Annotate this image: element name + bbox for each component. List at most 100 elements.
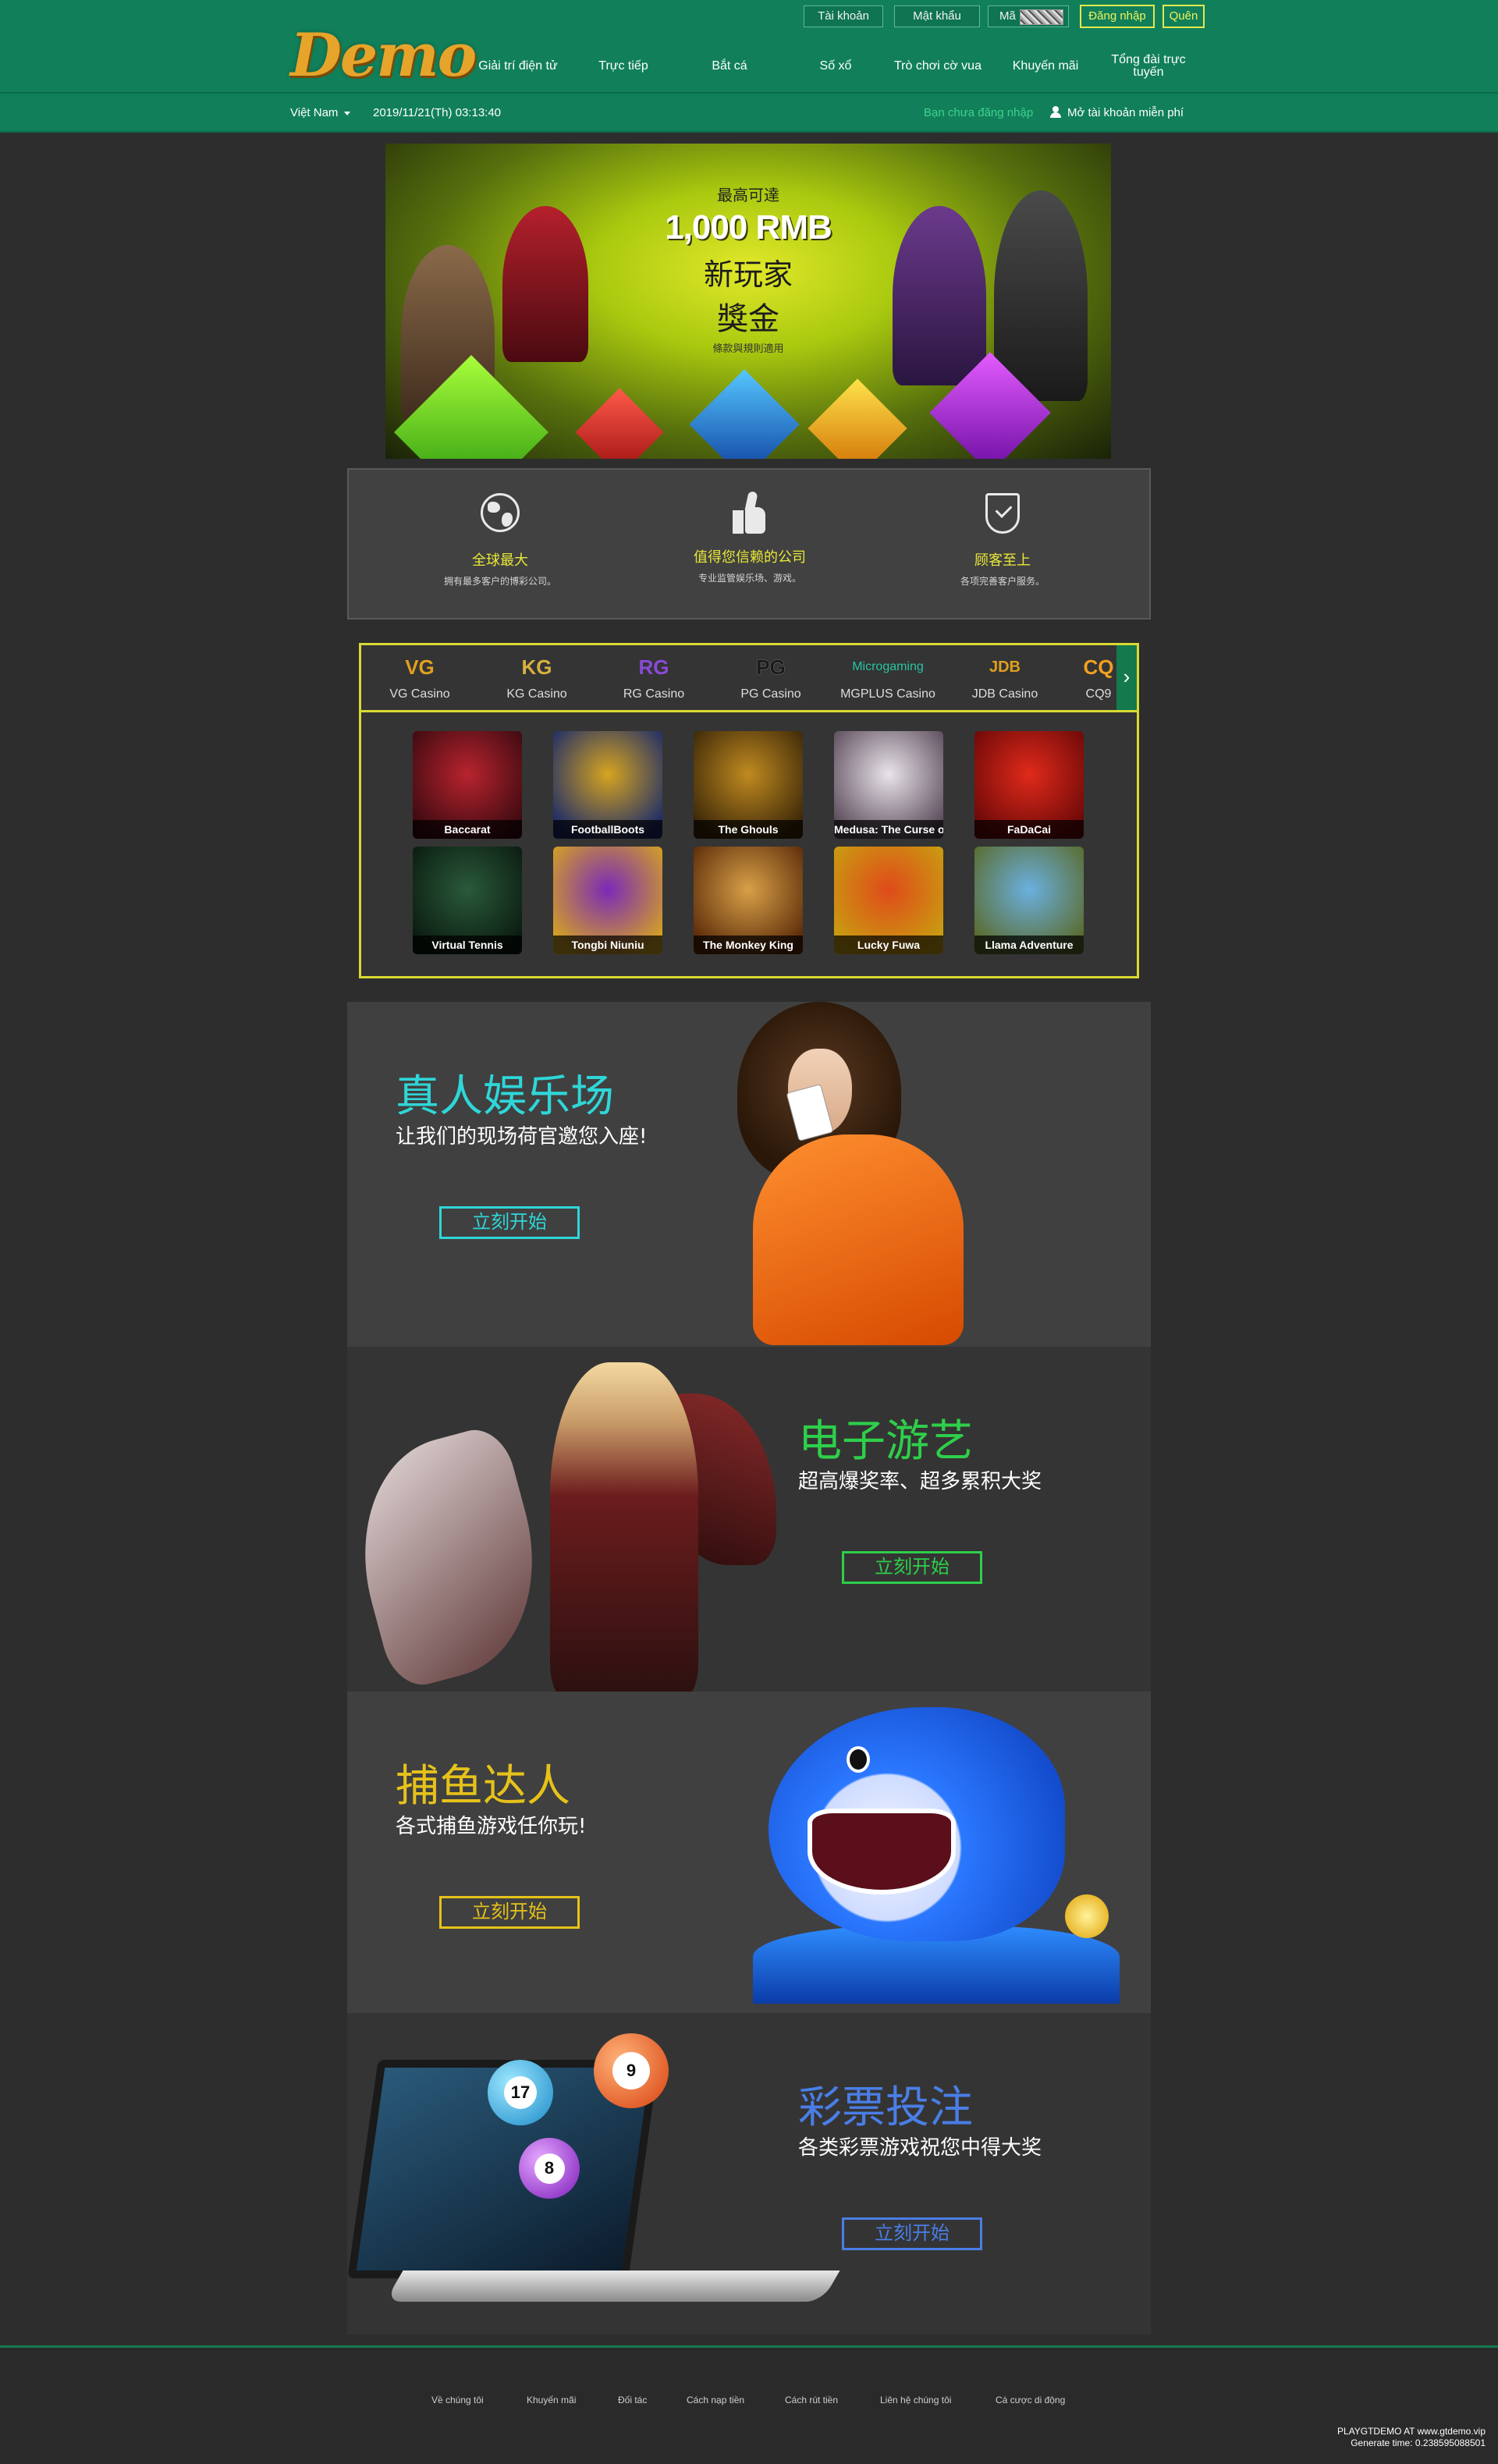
provider-logo: VG — [405, 655, 435, 679]
thumbs-up-icon — [726, 490, 773, 537]
footer-link-mobile[interactable]: Cá cược di động — [996, 2395, 1065, 2405]
provider-tab-kg[interactable]: KG KG Casino — [478, 652, 595, 701]
game-name: The Monkey King — [694, 936, 803, 954]
promo-title: 捕鱼达人 — [396, 1761, 570, 1812]
feature-trusted: 值得您信赖的公司 专业监管娱乐场、游戏。 — [648, 490, 851, 584]
game-name: Llama Adventure — [974, 936, 1084, 954]
feature-title: 值得您信赖的公司 — [694, 549, 806, 565]
main-nav: Giải trí điện tử Trực tiếp Bắt cá Số xổ … — [468, 47, 1217, 86]
nav-live[interactable]: Trực tiếp — [577, 47, 669, 86]
provider-name: RG Casino — [623, 687, 685, 701]
game-tile[interactable]: FootballBoots — [553, 731, 662, 839]
start-fishing-button[interactable]: 立刻开始 — [439, 1896, 580, 1929]
feature-desc: 各项完善客户服务。 — [960, 576, 1045, 587]
banner-top-text: 最高可達 — [717, 187, 779, 204]
login-status: Bạn chưa đăng nhập — [924, 106, 1034, 119]
game-name: Virtual Tennis — [413, 936, 522, 954]
gem-yellow — [808, 378, 907, 459]
lottery-ball-17: 17 — [488, 2060, 553, 2125]
feature-customer-first: 顾客至上 各项完善客户服务。 — [901, 490, 1104, 588]
dealer-body — [753, 1134, 964, 1345]
game-tile[interactable]: FaDaCai — [974, 731, 1084, 839]
banner-amount: 1,000 RMB — [665, 208, 832, 247]
open-account-label: Mở tài khoản miễn phí — [1067, 106, 1184, 119]
promo-title: 彩票投注 — [798, 2082, 973, 2133]
provider-tab-vg[interactable]: VG VG Casino — [361, 652, 478, 701]
game-name: Lucky Fuwa — [834, 936, 943, 954]
provider-tab-pg[interactable]: PG PG Casino — [712, 652, 829, 701]
shark-mouth — [808, 1809, 956, 1894]
start-live-casino-button[interactable]: 立刻开始 — [439, 1206, 580, 1239]
promo-subtitle: 让我们的现场荷官邀您入座! — [396, 1125, 648, 1149]
feature-title: 全球最大 — [472, 552, 528, 568]
ball-number: 17 — [504, 2076, 537, 2109]
footer-links: Về chúng tôi Khuyến mãi Đối tác Cách nạp… — [0, 2395, 1498, 2413]
provider-tab-jdb[interactable]: JDB JDB Casino — [946, 652, 1063, 701]
captcha-input[interactable]: Mã — [988, 5, 1069, 27]
promo-fishing: 捕鱼达人 各式捕鱼游戏任你玩! 立刻开始 — [347, 1692, 1151, 2013]
warrior-figure — [550, 1362, 698, 1692]
game-tile[interactable]: Tongbi Niuniu — [553, 847, 662, 954]
nav-lottery[interactable]: Số xổ — [790, 47, 882, 86]
game-tile[interactable]: The Monkey King — [694, 847, 803, 954]
chevron-right-icon[interactable]: › — [1116, 645, 1137, 710]
provider-tab-rg[interactable]: RG RG Casino — [595, 652, 712, 701]
login-button[interactable]: Đăng nhập — [1080, 5, 1155, 28]
nav-fishing[interactable]: Bắt cá — [683, 47, 776, 86]
footer-link-partners[interactable]: Đối tác — [618, 2395, 647, 2405]
provider-name: JDB Casino — [971, 687, 1038, 701]
password-input[interactable]: Mật khẩu — [894, 5, 980, 27]
shark-eye — [847, 1746, 870, 1773]
nav-support[interactable]: Tổng đài trực tuyến — [1105, 47, 1192, 86]
language-select[interactable]: Việt Nam — [290, 106, 351, 119]
captcha-image[interactable] — [1020, 9, 1063, 25]
game-tile[interactable]: Lucky Fuwa — [834, 847, 943, 954]
game-tile[interactable]: Baccarat — [413, 731, 522, 839]
game-tile[interactable]: Medusa: The Curse of Athena — [834, 731, 943, 839]
promo-banner[interactable]: 最高可達 1,000 RMB 新玩家 獎金 條款與規則適用 — [385, 144, 1111, 459]
start-lottery-button[interactable]: 立刻开始 — [842, 2217, 982, 2250]
footer-link-deposit[interactable]: Cách nạp tiền — [687, 2395, 744, 2405]
promo-live-casino: 真人娱乐场 让我们的现场荷官邀您入座! 立刻开始 — [347, 1002, 1151, 1347]
promo-title: 真人娱乐场 — [396, 1071, 614, 1122]
credit-line: PLAYGTDEMO AT www.gtdemo.vip — [1336, 2426, 1486, 2437]
feature-title: 顾客至上 — [974, 552, 1031, 568]
promo-subtitle: 各式捕鱼游戏任你玩! — [396, 1815, 587, 1838]
nav-chess[interactable]: Trò chơi cờ vua — [894, 47, 982, 86]
start-slots-button[interactable]: 立刻开始 — [842, 1551, 982, 1584]
feature-desc: 专业监管娱乐场、游戏。 — [698, 573, 801, 584]
footer-link-withdraw[interactable]: Cách rút tiền — [785, 2395, 838, 2405]
game-name: Baccarat — [413, 820, 522, 839]
provider-logo: KG — [521, 655, 552, 679]
game-name: Tongbi Niuniu — [553, 936, 662, 954]
current-datetime: 2019/11/21(Th) 03:13:40 — [373, 106, 502, 119]
provider-tab-mgplus[interactable]: Microgaming MGPLUS Casino — [829, 652, 946, 701]
provider-logo: RG — [638, 655, 669, 679]
shield-check-icon — [979, 493, 1026, 540]
banner-line2: 獎金 — [717, 302, 779, 336]
footer-link-contact[interactable]: Liên hệ chúng tôi — [880, 2395, 951, 2405]
nav-promotions[interactable]: Khuyến mãi — [996, 47, 1095, 86]
game-tile[interactable]: Llama Adventure — [974, 847, 1084, 954]
provider-name: VG Casino — [389, 687, 450, 701]
provider-name: PG Casino — [740, 687, 801, 701]
status-bar: Việt Nam 2019/11/21(Th) 03:13:40 Bạn chư… — [0, 94, 1498, 133]
generate-time: Generate time: 0.238595088501 — [1351, 2437, 1486, 2448]
promo-slots: 电子游艺 超高爆奖率、超多累积大奖 立刻开始 — [347, 1347, 1151, 1692]
laptop-base — [385, 2271, 840, 2302]
site-header: Demo Tài khoản Mật khẩu Mã Đăng nhập Quê… — [0, 0, 1498, 94]
game-name: Medusa: The Curse of Athena — [834, 820, 943, 839]
lottery-ball-8: 8 — [519, 2138, 580, 2199]
footer-link-promotions[interactable]: Khuyến mãi — [527, 2395, 576, 2405]
gem-blue — [689, 369, 800, 459]
nav-slots[interactable]: Giải trí điện tử — [468, 47, 568, 86]
footer-link-about[interactable]: Về chúng tôi — [431, 2395, 484, 2405]
features-panel: 全球最大 拥有最多客户的博彩公司。 值得您信赖的公司 专业监管娱乐场、游戏。 顾… — [347, 468, 1151, 620]
forgot-password-button[interactable]: Quên — [1163, 5, 1205, 28]
site-logo[interactable]: Demo — [290, 20, 477, 92]
account-input[interactable]: Tài khoản — [804, 5, 883, 27]
warrior-wing-left — [347, 1422, 563, 1692]
game-tile[interactable]: Virtual Tennis — [413, 847, 522, 954]
open-account-link[interactable]: Mở tài khoản miễn phí — [1050, 106, 1184, 119]
game-tile[interactable]: The Ghouls — [694, 731, 803, 839]
